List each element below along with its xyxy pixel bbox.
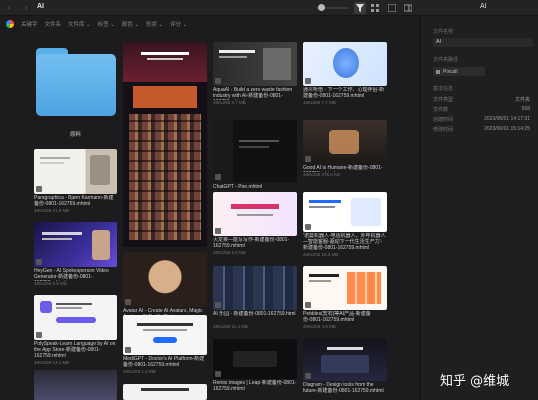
asset-thumbnail (123, 384, 207, 400)
asset-item[interactable]: Remio images | Leap-新建备份-0801-162759.mht… (213, 339, 297, 400)
info-panel: 文件名称 AI 文件夹路径 Pixcall 基本信息 文件类型 文件夹 文件数 … (420, 16, 538, 400)
asset-thumbnail (213, 42, 297, 86)
app-logo-icon (6, 20, 14, 28)
filter-rating[interactable]: 评分 ⌄ (170, 20, 187, 28)
window-title: AI (37, 3, 44, 10)
watermark: 知乎 @维城 (440, 374, 510, 389)
filter-shape[interactable]: 形状 ⌄ (146, 20, 163, 28)
type-badge-icon (305, 302, 311, 308)
asset-item[interactable]: HeyGen - AI Spokesperson Video Generator… (34, 222, 117, 292)
asset-item[interactable]: AquaAI - Build a zero waste fashion indu… (213, 42, 297, 112)
type-badge-icon (305, 78, 311, 84)
type-badge-icon (305, 373, 311, 379)
asset-thumbnail (123, 252, 207, 307)
filter-tags[interactable]: 标签 ⌄ (98, 20, 115, 28)
nav-arrows[interactable]: ‹ › (8, 3, 34, 12)
type-badge-icon (36, 259, 42, 265)
filter-icon[interactable] (354, 2, 366, 14)
asset-thumbnail (303, 120, 387, 164)
asset-thumbnail (123, 42, 207, 247)
type-badge-icon (215, 174, 221, 180)
type-badge-icon (125, 347, 131, 353)
type-badge-icon (215, 371, 221, 377)
filter-bar: 关键字 文件名 文件库 ⌄ 标签 ⌄ 颜色 ⌄ 形状 ⌄ 评分 ⌄ (0, 16, 420, 32)
list-icon[interactable] (386, 2, 398, 14)
folder-label: 原料 (70, 132, 82, 138)
asset-thumbnail (123, 315, 207, 355)
asset-item[interactable]: Good AI is Humane-新建备份-0801-162759.mhtml… (303, 120, 387, 190)
panel-icon[interactable] (402, 2, 414, 14)
asset-thumbnail (213, 339, 297, 379)
grid-icon[interactable] (369, 2, 381, 14)
type-badge-icon (125, 299, 131, 305)
type-badge-icon (215, 302, 221, 308)
asset-item[interactable] (123, 42, 207, 247)
asset-thumbnail (213, 120, 297, 182)
filter-keyword[interactable]: 关键字 (21, 20, 38, 28)
asset-thumbnail (303, 339, 387, 381)
folder-item[interactable]: 原料 (0, 32, 120, 142)
asset-grid: 原料 Paragraphica - Bjørn Karmann-新建备份-080… (0, 32, 418, 400)
asset-thumbnail (34, 295, 117, 340)
type-badge-icon (215, 78, 221, 84)
asset-thumbnail (303, 192, 387, 232)
filter-filename[interactable]: 文件名 (45, 20, 62, 28)
type-badge-icon (215, 228, 221, 234)
asset-item[interactable]: 火龙果—能写写作-新建备份-0801-162759.mhtml 480x258 … (213, 192, 297, 262)
asset-thumbnail (34, 149, 117, 194)
asset-item[interactable]: PolySpeak-Learn Language by AI on the Ap… (34, 295, 117, 367)
type-badge-icon (305, 156, 311, 162)
type-badge-icon (305, 224, 311, 230)
asset-item[interactable]: AI 乐园 - 新建备份-0801-162759.html 480x258 11… (213, 266, 297, 336)
title-bar: ‹ › AI AI (0, 0, 538, 16)
asset-item[interactable]: Diagram - Design tools from the future-新… (303, 339, 387, 400)
folder-path-tag[interactable]: Pixcall (433, 67, 485, 76)
asset-item[interactable]: 通义听悟 - 下一个工作、心理伴侣-新建备份-0801-162759.mhtml… (303, 42, 387, 114)
folder-icon (36, 48, 116, 118)
folder-icon (436, 69, 440, 74)
asset-item[interactable] (34, 370, 117, 400)
type-badge-icon (36, 186, 42, 192)
asset-item[interactable]: Pebbles(宏石)等AI产品-新建备份-0801-162759.mhtml … (303, 266, 387, 336)
filter-library[interactable]: 文件库 ⌄ (68, 20, 91, 28)
type-badge-icon (36, 332, 42, 338)
panel-title: AI (480, 3, 487, 10)
asset-item[interactable]: Paragraphica - Bjørn Karmann-新建备份-0801-1… (34, 149, 117, 219)
asset-thumbnail (34, 222, 117, 267)
asset-thumbnail (303, 42, 387, 86)
asset-thumbnail (303, 266, 387, 310)
name-field[interactable]: AI (433, 38, 533, 47)
asset-thumbnail (34, 370, 117, 400)
filter-color[interactable]: 颜色 ⌄ (122, 20, 139, 28)
asset-thumbnail (213, 192, 297, 236)
zoom-slider-knob[interactable] (318, 4, 325, 11)
asset-item[interactable] (123, 384, 207, 400)
asset-item[interactable]: MediGPT - Doctor's AI Platform-新建备份-0801… (123, 315, 207, 375)
asset-item[interactable]: '诺曼机器人-电话机器人，外呼机器人—智能客服-驱动下一代生活生产力'-新建备份… (303, 192, 387, 264)
asset-thumbnail (213, 266, 297, 310)
